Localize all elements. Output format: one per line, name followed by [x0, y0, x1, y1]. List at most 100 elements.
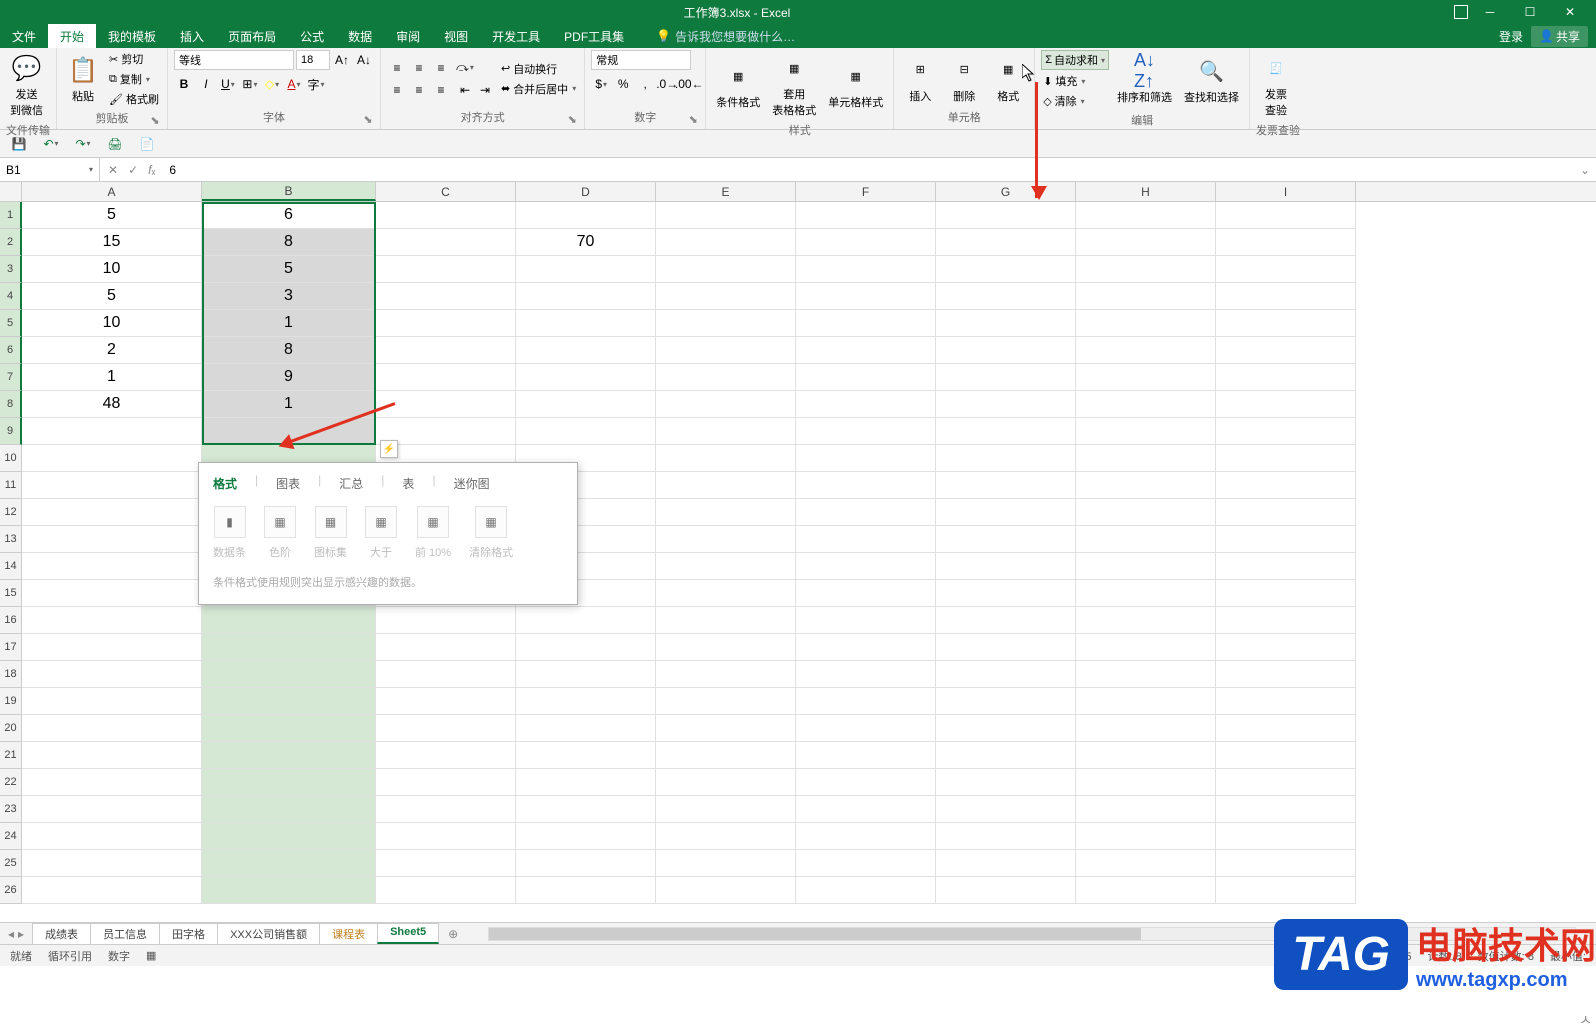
cell-D8[interactable]	[516, 391, 656, 418]
cell-F6[interactable]	[796, 337, 936, 364]
cell-A25[interactable]	[22, 850, 202, 877]
cell-E23[interactable]	[656, 796, 796, 823]
cell-D1[interactable]	[516, 202, 656, 229]
cell-F2[interactable]	[796, 229, 936, 256]
cell-B3[interactable]: 5	[202, 256, 376, 283]
row-header-13[interactable]: 13	[0, 526, 22, 553]
ribbon-display-icon[interactable]	[1454, 5, 1468, 19]
align-top-icon[interactable]: ≡	[387, 58, 407, 78]
cell-I14[interactable]	[1216, 553, 1356, 580]
cell-I4[interactable]	[1216, 283, 1356, 310]
cell-H23[interactable]	[1076, 796, 1216, 823]
qa-opt-colorscale[interactable]: ▦色阶	[264, 506, 296, 560]
cell-D18[interactable]	[516, 661, 656, 688]
cell-C21[interactable]	[376, 742, 516, 769]
cell-H21[interactable]	[1076, 742, 1216, 769]
cell-D9[interactable]	[516, 418, 656, 445]
cell-C7[interactable]	[376, 364, 516, 391]
row-header-26[interactable]: 26	[0, 877, 22, 904]
row-header-16[interactable]: 16	[0, 607, 22, 634]
insert-cells-button[interactable]: ⊞插入	[900, 52, 940, 106]
cell-I26[interactable]	[1216, 877, 1356, 904]
fill-button[interactable]: ⬇填充▾	[1041, 72, 1109, 90]
cell-A15[interactable]	[22, 580, 202, 607]
cell-E11[interactable]	[656, 472, 796, 499]
cell-B5[interactable]: 1	[202, 310, 376, 337]
format-cells-button[interactable]: ▦格式	[988, 52, 1028, 106]
cancel-formula-icon[interactable]: ✕	[108, 163, 118, 177]
decrease-indent-icon[interactable]: ⇤	[455, 80, 475, 100]
cell-H8[interactable]	[1076, 391, 1216, 418]
cell-C3[interactable]	[376, 256, 516, 283]
cell-G3[interactable]	[936, 256, 1076, 283]
cell-A8[interactable]: 48	[22, 391, 202, 418]
cell-E3[interactable]	[656, 256, 796, 283]
underline-button[interactable]: U▾	[218, 74, 238, 94]
cell-I21[interactable]	[1216, 742, 1356, 769]
cell-B26[interactable]	[202, 877, 376, 904]
cell-A24[interactable]	[22, 823, 202, 850]
row-header-21[interactable]: 21	[0, 742, 22, 769]
cell-E1[interactable]	[656, 202, 796, 229]
cell-F23[interactable]	[796, 796, 936, 823]
cell-G5[interactable]	[936, 310, 1076, 337]
sheet-tab-2[interactable]: 田字格	[159, 923, 218, 944]
italic-button[interactable]: I	[196, 74, 216, 94]
conditional-format-button[interactable]: ▦条件格式	[712, 58, 764, 112]
tab-view[interactable]: 视图	[432, 24, 480, 48]
cell-C18[interactable]	[376, 661, 516, 688]
table-format-button[interactable]: ▦套用 表格格式	[768, 50, 820, 120]
cell-H2[interactable]	[1076, 229, 1216, 256]
font-name-select[interactable]	[174, 50, 294, 70]
cell-G1[interactable]	[936, 202, 1076, 229]
cell-F26[interactable]	[796, 877, 936, 904]
tab-mytemplates[interactable]: 我的模板	[96, 24, 168, 48]
add-sheet-button[interactable]: ⊕	[438, 927, 468, 941]
format-painter-button[interactable]: 🖌格式刷	[107, 90, 161, 108]
cell-A21[interactable]	[22, 742, 202, 769]
cell-C22[interactable]	[376, 769, 516, 796]
cell-E16[interactable]	[656, 607, 796, 634]
sheet-nav-last-icon[interactable]: ▸	[18, 927, 24, 941]
row-header-6[interactable]: 6	[0, 337, 22, 364]
spreadsheet-grid[interactable]: A B C D E F G H I 1562158703105453510162…	[0, 182, 1596, 922]
cell-G13[interactable]	[936, 526, 1076, 553]
col-header-b[interactable]: B	[202, 182, 376, 201]
tab-formulas[interactable]: 公式	[288, 24, 336, 48]
paste-button[interactable]: 📋 粘贴	[63, 52, 103, 106]
touch-mode-icon[interactable]: 📄	[136, 133, 158, 155]
cell-H11[interactable]	[1076, 472, 1216, 499]
copy-button[interactable]: ⧉复制▾	[107, 70, 161, 88]
cell-C17[interactable]	[376, 634, 516, 661]
cell-B7[interactable]: 9	[202, 364, 376, 391]
cell-A20[interactable]	[22, 715, 202, 742]
autosum-dropdown-icon[interactable]: ▾	[1101, 56, 1105, 65]
row-header-2[interactable]: 2	[0, 229, 22, 256]
cell-A3[interactable]: 10	[22, 256, 202, 283]
cell-G16[interactable]	[936, 607, 1076, 634]
minimize-button[interactable]: ─	[1472, 0, 1508, 24]
col-header-a[interactable]: A	[22, 182, 202, 201]
cell-G14[interactable]	[936, 553, 1076, 580]
cell-C23[interactable]	[376, 796, 516, 823]
cell-F25[interactable]	[796, 850, 936, 877]
cell-G26[interactable]	[936, 877, 1076, 904]
col-header-f[interactable]: F	[796, 182, 936, 201]
cell-H17[interactable]	[1076, 634, 1216, 661]
qa-tab-totals[interactable]: 汇总	[339, 473, 363, 494]
cell-E18[interactable]	[656, 661, 796, 688]
cell-G12[interactable]	[936, 499, 1076, 526]
cell-F8[interactable]	[796, 391, 936, 418]
row-header-14[interactable]: 14	[0, 553, 22, 580]
cell-H7[interactable]	[1076, 364, 1216, 391]
sheet-tab-1[interactable]: 员工信息	[90, 923, 160, 944]
cell-A13[interactable]	[22, 526, 202, 553]
cell-D17[interactable]	[516, 634, 656, 661]
cell-H19[interactable]	[1076, 688, 1216, 715]
cell-E12[interactable]	[656, 499, 796, 526]
delete-cells-button[interactable]: ⊟删除	[944, 52, 984, 106]
row-header-25[interactable]: 25	[0, 850, 22, 877]
cell-E10[interactable]	[656, 445, 796, 472]
cell-I3[interactable]	[1216, 256, 1356, 283]
cell-I1[interactable]	[1216, 202, 1356, 229]
